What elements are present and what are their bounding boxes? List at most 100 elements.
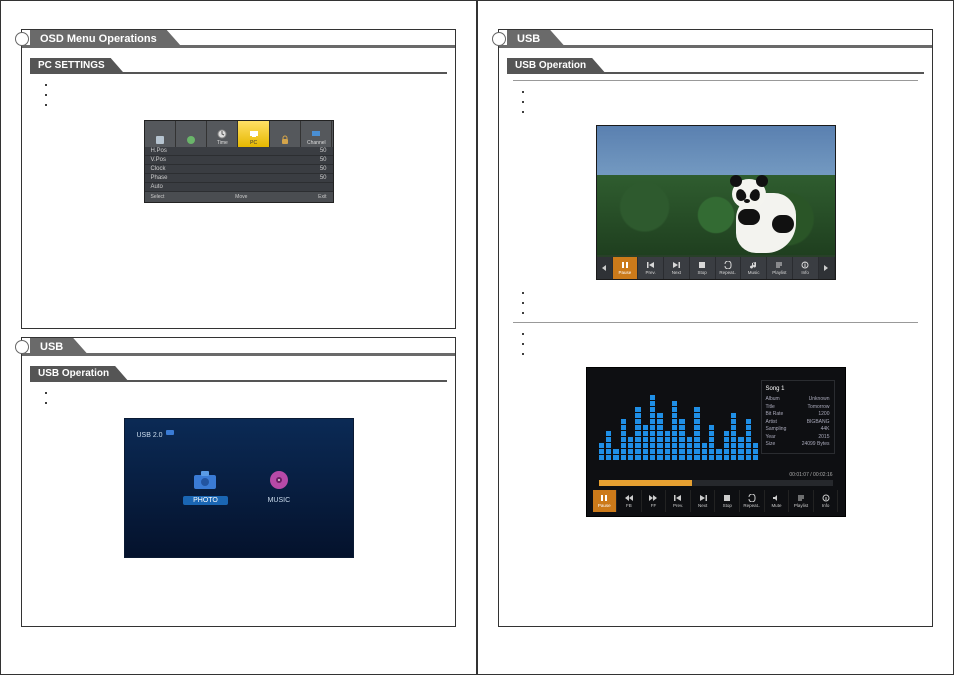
- section-osd: OSD Menu Operations PC SETTINGS TimePCCh…: [21, 29, 456, 329]
- panda-image: [730, 175, 802, 235]
- player-button-repeat[interactable]: Repeat..: [740, 490, 765, 512]
- osd-settings-rows: H.Pos50V.Pos50Clock50Phase50Auto: [145, 147, 333, 192]
- photo-viewer-screenshot: PausePrev.NextStopRepeat..MusicPlaylistI…: [596, 125, 836, 280]
- osd-icon-tab[interactable]: [145, 121, 176, 147]
- section-header: USB: [22, 338, 455, 356]
- music-song-title: Song 1: [766, 385, 830, 394]
- scroll-left-icon[interactable]: [597, 257, 613, 279]
- list-item: [533, 308, 918, 318]
- osd-icon-tab[interactable]: Time: [207, 121, 238, 147]
- player-button-mute[interactable]: Mute: [765, 490, 790, 512]
- player-button-prev[interactable]: Prev.: [638, 257, 664, 279]
- viz-column: [738, 437, 743, 460]
- player-button-prev[interactable]: Prev.: [666, 490, 691, 512]
- viz-column: [746, 419, 751, 460]
- osd-icon-tab[interactable]: Channel: [301, 121, 332, 147]
- page-right: USB USB Operation: [477, 0, 954, 675]
- viz-column: [753, 443, 758, 460]
- viz-column: [613, 449, 618, 460]
- music-visualizer: [599, 380, 759, 460]
- osd-footer-label: Move: [235, 194, 247, 200]
- osd-setting-row[interactable]: Auto: [145, 183, 333, 192]
- player-button-next[interactable]: Next: [691, 490, 716, 512]
- music-info-row: Size24099 Bytes: [766, 441, 830, 449]
- viz-column: [716, 449, 721, 460]
- section-usb-right: USB USB Operation: [498, 29, 933, 627]
- osd-setting-row[interactable]: H.Pos50: [145, 147, 333, 156]
- osd-footer-label: Select: [151, 194, 165, 200]
- bullet-list: [513, 288, 918, 318]
- player-button-stop[interactable]: Stop: [690, 257, 716, 279]
- list-item: [533, 329, 918, 339]
- section-title: OSD Menu Operations: [30, 30, 183, 48]
- bullet-list: [36, 388, 441, 408]
- viz-column: [687, 437, 692, 460]
- osd-setting-row[interactable]: Clock50: [145, 165, 333, 174]
- music-info-row: TitleTomorrow: [766, 404, 830, 412]
- viz-column: [724, 431, 729, 460]
- music-info-row: Year2015: [766, 434, 830, 442]
- viz-column: [599, 443, 604, 460]
- list-item: [56, 388, 441, 398]
- music-progress-bar[interactable]: [599, 480, 833, 486]
- section-title: USB: [507, 30, 566, 48]
- player-button-repeat[interactable]: Repeat..: [716, 257, 742, 279]
- subsection-header: USB Operation: [36, 366, 441, 382]
- osd-setting-row[interactable]: V.Pos50: [145, 156, 333, 165]
- osd-icon-tab[interactable]: [270, 121, 301, 147]
- music-control-bar: PauseFBFFPrev.NextStopRepeat..MutePlayli…: [593, 490, 839, 512]
- usb-media-item[interactable]: MUSIC: [264, 467, 294, 504]
- viz-column: [731, 413, 736, 460]
- divider-line: [513, 80, 918, 81]
- osd-icon-tab[interactable]: PC: [238, 121, 269, 147]
- viz-column: [628, 437, 633, 460]
- player-button-info[interactable]: Info: [814, 490, 839, 512]
- section-header: OSD Menu Operations: [22, 30, 455, 48]
- header-bullet-icon: [15, 340, 29, 354]
- viz-column: [679, 419, 684, 460]
- player-button-info[interactable]: Info: [793, 257, 819, 279]
- list-item: [56, 90, 441, 100]
- viz-column: [665, 431, 670, 460]
- subsection-header: USB Operation: [513, 58, 918, 74]
- player-button-pause[interactable]: Pause: [613, 257, 639, 279]
- list-item: [533, 97, 918, 107]
- list-item: [56, 80, 441, 90]
- player-button-stop[interactable]: Stop: [715, 490, 740, 512]
- list-item: [533, 349, 918, 359]
- osd-menu-screenshot: TimePC Channel H.Pos50V.Pos50Clock50Phase…: [144, 120, 334, 203]
- header-bullet-icon: [492, 32, 506, 46]
- player-button-next[interactable]: Next: [664, 257, 690, 279]
- usb-media-item[interactable]: PHOTO: [183, 467, 228, 504]
- osd-footer: Select Move Exit: [145, 192, 333, 202]
- viz-column: [672, 401, 677, 460]
- music-player-screenshot: Song 1 AlbumUnknownTitleTomorrowBit Rate…: [586, 367, 846, 517]
- bullet-list: [513, 87, 918, 117]
- section-usb: USB USB Operation USB 2.0 PHOTO MUSIC: [21, 337, 456, 627]
- list-item: [533, 87, 918, 97]
- music-info-panel: Song 1 AlbumUnknownTitleTomorrowBit Rate…: [761, 380, 835, 454]
- osd-icon-tab[interactable]: [176, 121, 207, 147]
- list-item: [56, 398, 441, 408]
- list-item: [56, 100, 441, 110]
- usb-title: USB 2.0: [137, 427, 175, 439]
- music-info-row: ArtistBIGBANG: [766, 419, 830, 427]
- viz-column: [650, 395, 655, 460]
- list-item: [533, 298, 918, 308]
- scroll-right-icon[interactable]: [819, 257, 835, 279]
- player-button-playlist[interactable]: Playlist: [767, 257, 793, 279]
- music-info-row: Sampling44K: [766, 426, 830, 434]
- player-button-pause[interactable]: Pause: [593, 490, 618, 512]
- player-button-ff[interactable]: FF: [642, 490, 667, 512]
- osd-footer-label: Exit: [318, 194, 326, 200]
- bullet-list: [513, 329, 918, 359]
- player-button-fb[interactable]: FB: [617, 490, 642, 512]
- viz-column: [635, 407, 640, 460]
- usb-menu-screenshot: USB 2.0 PHOTO MUSIC: [124, 418, 354, 558]
- player-button-playlist[interactable]: Playlist: [789, 490, 814, 512]
- section-title: USB: [30, 338, 89, 356]
- player-button-music[interactable]: Music: [741, 257, 767, 279]
- osd-setting-row[interactable]: Phase50: [145, 174, 333, 183]
- section-header: USB: [499, 30, 932, 48]
- viz-column: [657, 413, 662, 460]
